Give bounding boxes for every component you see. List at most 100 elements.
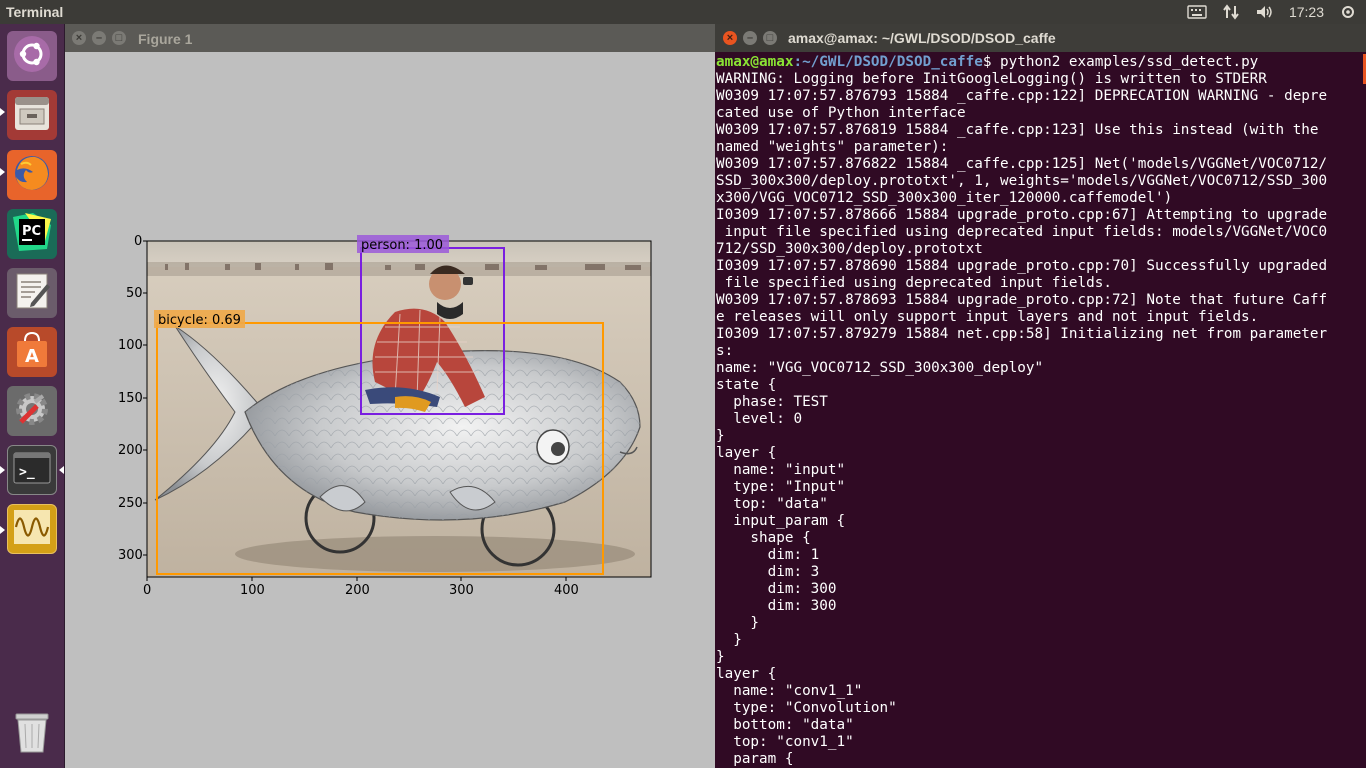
terminal-line: } <box>716 615 760 631</box>
system-monitor-button[interactable] <box>7 504 57 554</box>
close-button[interactable]: × <box>72 31 86 45</box>
terminal-line: e releases will only support input layer… <box>716 309 1259 325</box>
software-center-button[interactable]: A <box>7 327 57 377</box>
terminal-line: layer { <box>716 445 777 461</box>
figure-title: Figure 1 <box>138 31 193 47</box>
terminal-line: W0309 17:07:57.878693 15884 upgrade_prot… <box>716 292 1328 308</box>
terminal-line: file specified using deprecated input fi… <box>716 275 1112 291</box>
terminal-line: dim: 300 <box>716 581 837 597</box>
text-editor-icon <box>11 270 53 317</box>
network-arrows-icon[interactable] <box>1221 4 1241 20</box>
running-indicator <box>0 168 5 176</box>
terminal-line: level: 0 <box>716 411 803 427</box>
terminal-line: dim: 1 <box>716 547 820 563</box>
y-tick-label: 0 <box>134 234 142 249</box>
terminal-line: dim: 300 <box>716 598 837 614</box>
files-button[interactable] <box>7 90 57 140</box>
terminal-line: state { <box>716 377 777 393</box>
x-tick-label: 100 <box>240 583 265 598</box>
terminal-line: type: "Convolution" <box>716 700 897 716</box>
x-tick-label: 200 <box>345 583 370 598</box>
terminal-line: I0309 17:07:57.878690 15884 upgrade_prot… <box>716 258 1328 274</box>
settings-icon <box>11 388 53 435</box>
y-tick-label: 200 <box>118 443 143 458</box>
terminal-line: W0309 17:07:57.876793 15884 _caffe.cpp:1… <box>716 88 1328 104</box>
terminal-output[interactable]: amax@amax:~/GWL/DSOD/DSOD_caffe$ python2… <box>716 54 1360 768</box>
terminal-line: top: "data" <box>716 496 828 512</box>
terminal-button[interactable]: >_ <box>7 445 57 495</box>
active-app-title: Terminal <box>6 4 64 20</box>
ubuntu-dash-button[interactable] <box>7 31 57 81</box>
terminal-line: W0309 17:07:57.876822 15884 _caffe.cpp:1… <box>716 156 1328 172</box>
minimize-button[interactable]: – <box>743 31 757 45</box>
close-button[interactable]: × <box>723 31 737 45</box>
launcher: PC A >_ <box>0 24 65 768</box>
trash-icon <box>11 710 53 761</box>
file-cabinet-icon <box>11 92 53 139</box>
svg-text:>_: >_ <box>19 465 35 480</box>
maximize-button[interactable]: □ <box>763 31 777 45</box>
terminal-line: type: "Input" <box>716 479 846 495</box>
system-settings-button[interactable] <box>7 386 57 436</box>
clock[interactable]: 17:23 <box>1289 4 1324 20</box>
terminal-line: top: "conv1_1" <box>716 734 854 750</box>
svg-text:PC: PC <box>22 224 41 239</box>
terminal-line: input_param { <box>716 513 846 529</box>
figure-titlebar[interactable]: × – □ Figure 1 <box>65 24 715 52</box>
person-label: person: 1.00 <box>361 238 443 253</box>
trash-button[interactable] <box>7 710 57 760</box>
terminal-line: layer { <box>716 666 777 682</box>
x-tick-label: 300 <box>449 583 474 598</box>
firefox-button[interactable] <box>7 150 57 200</box>
terminal-line: SSD_300x300/deploy.prototxt', 1, weights… <box>716 173 1328 189</box>
terminal-line: named "weights" parameter): <box>716 139 949 155</box>
bicycle-label: bicycle: 0.69 <box>158 313 241 328</box>
terminal-line: name: "VGG_VOC0712_SSD_300x300_deploy" <box>716 360 1044 376</box>
terminal-line: W0309 17:07:57.876819 15884 _caffe.cpp:1… <box>716 122 1319 138</box>
y-axis: 0 50 100 150 200 250 300 <box>118 234 147 563</box>
maximize-button[interactable]: □ <box>112 31 126 45</box>
terminal-line: 712/SSD_300x300/deploy.prototxt <box>716 241 983 257</box>
x-tick-label: 0 <box>143 583 151 598</box>
detection-plot: person: 1.00 bicycle: 0.69 0 50 100 150 … <box>118 234 652 598</box>
firefox-icon <box>11 152 53 199</box>
terminal-window[interactable]: × – □ amax@amax: ~/GWL/DSOD/DSOD_caffe a… <box>715 24 1366 768</box>
keyboard-icon[interactable] <box>1187 4 1207 20</box>
y-tick-label: 150 <box>118 391 143 406</box>
terminal-line: x300/VGG_VOC0712_SSD_300x300_iter_120000… <box>716 190 1173 206</box>
y-tick-label: 50 <box>126 286 143 301</box>
figure-window[interactable]: × – □ Figure 1 person: 1.00 bicycle: 0.6… <box>65 24 715 768</box>
y-tick-label: 300 <box>118 548 143 563</box>
figure-canvas: person: 1.00 bicycle: 0.69 0 50 100 150 … <box>65 52 715 768</box>
terminal-line: WARNING: Logging before InitGoogleLoggin… <box>716 71 1267 87</box>
focused-indicator <box>59 466 64 474</box>
terminal-line: dim: 3 <box>716 564 820 580</box>
y-tick-label: 100 <box>118 338 143 353</box>
terminal-line: } <box>716 649 725 665</box>
power-gear-icon[interactable] <box>1338 4 1358 20</box>
photo-fish-bicycle <box>147 241 651 577</box>
terminal-line: param { <box>716 751 794 767</box>
prompt-command: $ python2 examples/ssd_detect.py <box>982 54 1259 70</box>
x-axis: 0 100 200 300 400 <box>143 577 579 598</box>
terminal-prompt-line: amax@amax:~/GWL/DSOD/DSOD_caffe$ python2… <box>716 54 1360 71</box>
terminal-line: } <box>716 428 725 444</box>
shopping-bag-icon: A <box>11 329 53 376</box>
pycharm-button[interactable]: PC <box>7 209 57 259</box>
terminal-line: s: <box>716 343 734 359</box>
running-indicator <box>0 466 5 474</box>
running-indicator <box>0 108 5 116</box>
svg-text:A: A <box>25 346 39 367</box>
terminal-line: bottom: "data" <box>716 717 854 733</box>
volume-icon[interactable] <box>1255 4 1275 20</box>
top-panel: Terminal 17:23 <box>0 0 1366 24</box>
terminal-line: I0309 17:07:57.879279 15884 net.cpp:58] … <box>716 326 1328 342</box>
terminal-line: name: "input" <box>716 462 846 478</box>
minimize-button[interactable]: – <box>92 31 106 45</box>
terminal-line: I0309 17:07:57.878666 15884 upgrade_prot… <box>716 207 1328 223</box>
y-tick-label: 250 <box>118 496 143 511</box>
terminal-line: name: "conv1_1" <box>716 683 863 699</box>
terminal-titlebar[interactable]: × – □ amax@amax: ~/GWL/DSOD/DSOD_caffe <box>715 24 1366 52</box>
prompt-user: amax@amax <box>716 54 794 70</box>
text-editor-button[interactable] <box>7 268 57 318</box>
